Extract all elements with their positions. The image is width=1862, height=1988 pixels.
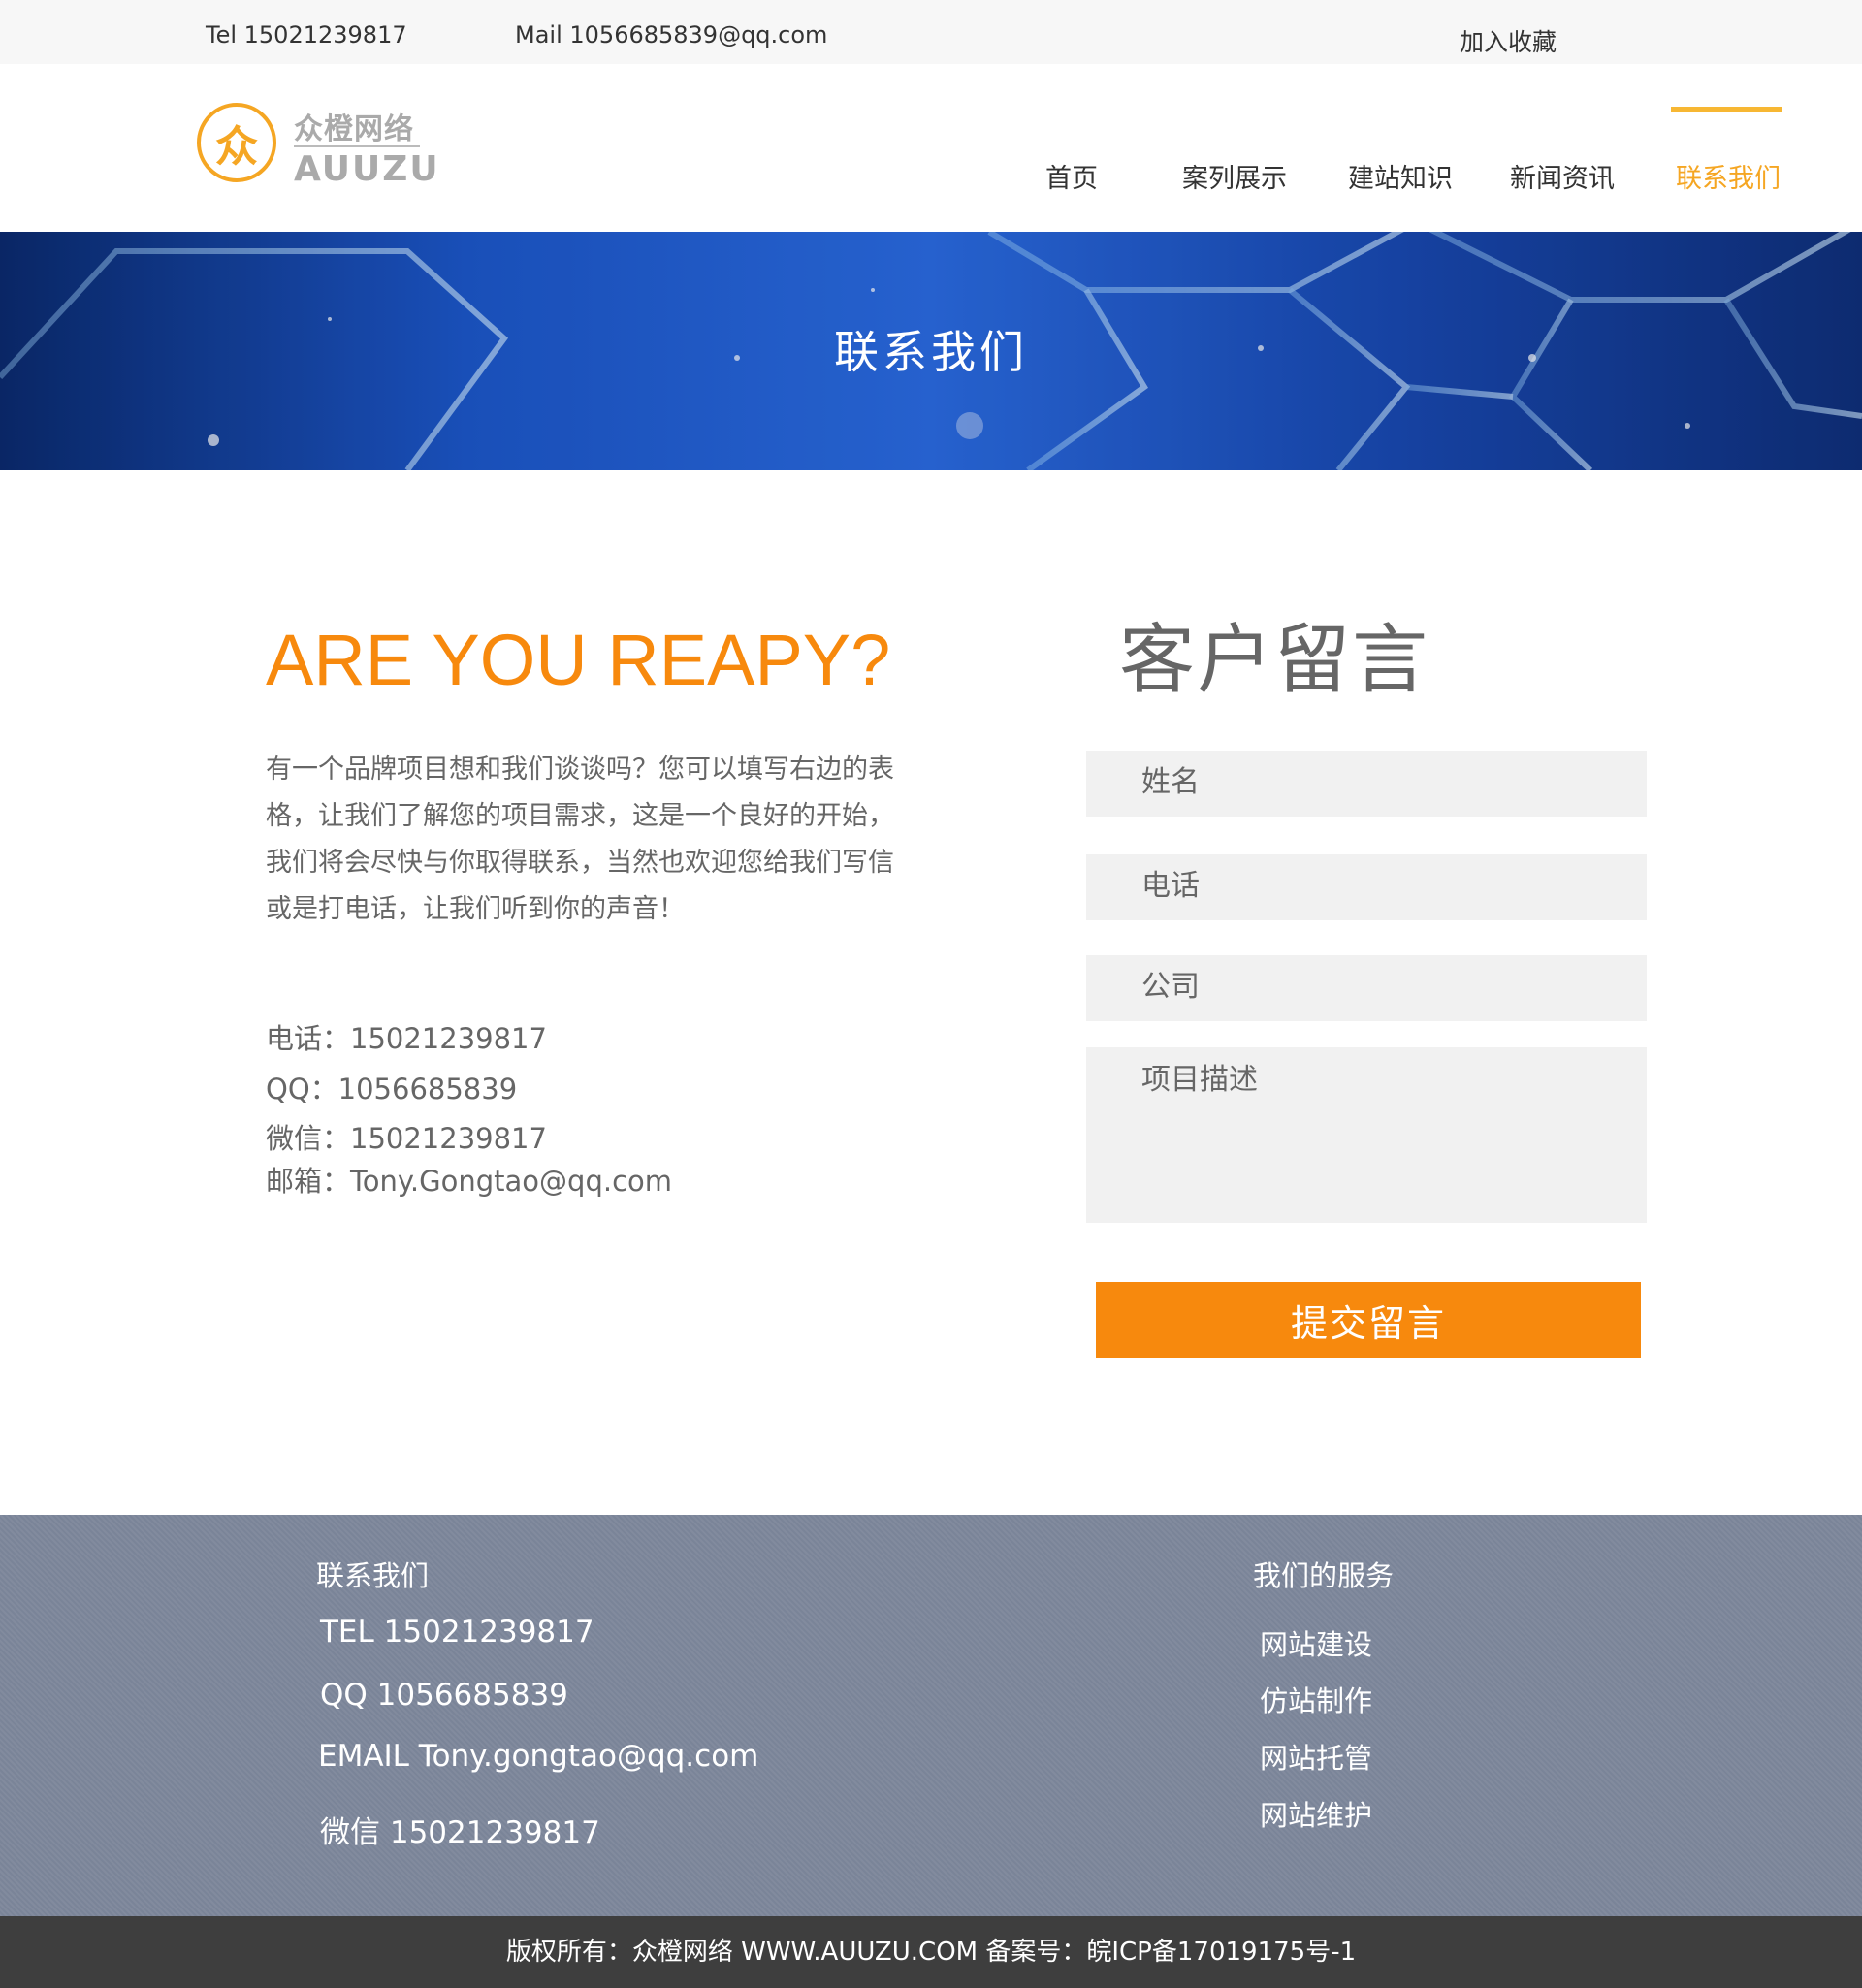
copyright-bar: 版权所有：众橙网络 WWW.AUUZU.COM 备案号：皖ICP备1701917…: [0, 1916, 1862, 1988]
form-title: 客户留言: [1119, 617, 1430, 704]
header: 众 众橙网络 AUUZU 首页 案列展示 建站知识 新闻资讯 联系我们: [0, 64, 1862, 232]
contact-email: 邮箱：Tony.Gongtao@qq.com: [266, 1165, 673, 1198]
submit-button[interactable]: 提交留言: [1096, 1282, 1641, 1358]
contact-qq: QQ：1056685839: [266, 1073, 518, 1106]
nav-item-news[interactable]: 新闻资讯: [1510, 157, 1615, 195]
nav-item-cases[interactable]: 案列展示: [1182, 157, 1287, 195]
page-banner: 联系我们: [0, 232, 1862, 470]
contact-phone: 电话：15021239817: [266, 1022, 547, 1055]
company-input[interactable]: 公司: [1086, 955, 1647, 1021]
logo-name-cn: 众橙网络: [294, 112, 414, 146]
footer-email: EMAIL Tony.gongtao@qq.com: [318, 1739, 759, 1774]
footer-service-link[interactable]: 网站维护: [1260, 1793, 1372, 1834]
nav-item-knowledge[interactable]: 建站知识: [1348, 157, 1453, 195]
contact-wechat: 微信：15021239817: [266, 1122, 547, 1155]
logo[interactable]: 众 众橙网络 AUUZU: [197, 103, 438, 200]
footer: 联系我们 TEL 15021239817 QQ 1056685839 EMAIL…: [0, 1515, 1862, 1916]
footer-qq: QQ 1056685839: [320, 1678, 568, 1713]
top-tel: Tel 15021239817: [206, 21, 407, 48]
intro-text: 有一个品牌项目想和我们谈谈吗？您可以填写右边的表格，让我们了解您的项目需求，这是…: [266, 754, 894, 924]
footer-tel: TEL 15021239817: [320, 1615, 594, 1650]
footer-services-title: 我们的服务: [1253, 1559, 1395, 1592]
top-bar: Tel 15021239817 Mail 1056685839@qq.com 加…: [0, 0, 1862, 64]
nav-item-home[interactable]: 首页: [1045, 157, 1098, 195]
add-favorite-link[interactable]: 加入收藏: [1460, 23, 1557, 58]
footer-service-link[interactable]: 网站建设: [1260, 1622, 1372, 1663]
logo-name-en: AUUZU: [294, 149, 440, 189]
footer-service-link[interactable]: 仿站制作: [1260, 1679, 1372, 1719]
logo-divider: [294, 145, 420, 147]
footer-wechat: 微信 15021239817: [320, 1815, 600, 1850]
nav-item-contact[interactable]: 联系我们: [1676, 157, 1781, 195]
name-input[interactable]: 姓名: [1086, 751, 1647, 817]
nav-active-indicator: [1671, 107, 1782, 112]
footer-contact-title: 联系我们: [316, 1559, 430, 1592]
banner-title: 联系我们: [834, 326, 1028, 378]
headline: ARE YOU REAPY?: [266, 620, 891, 700]
phone-input[interactable]: 电话: [1086, 854, 1647, 920]
footer-service-link[interactable]: 网站托管: [1260, 1736, 1372, 1777]
logo-mark-icon: 众: [197, 103, 276, 182]
description-textarea[interactable]: 项目描述: [1086, 1047, 1647, 1223]
top-mail: Mail 1056685839@qq.com: [515, 21, 828, 48]
